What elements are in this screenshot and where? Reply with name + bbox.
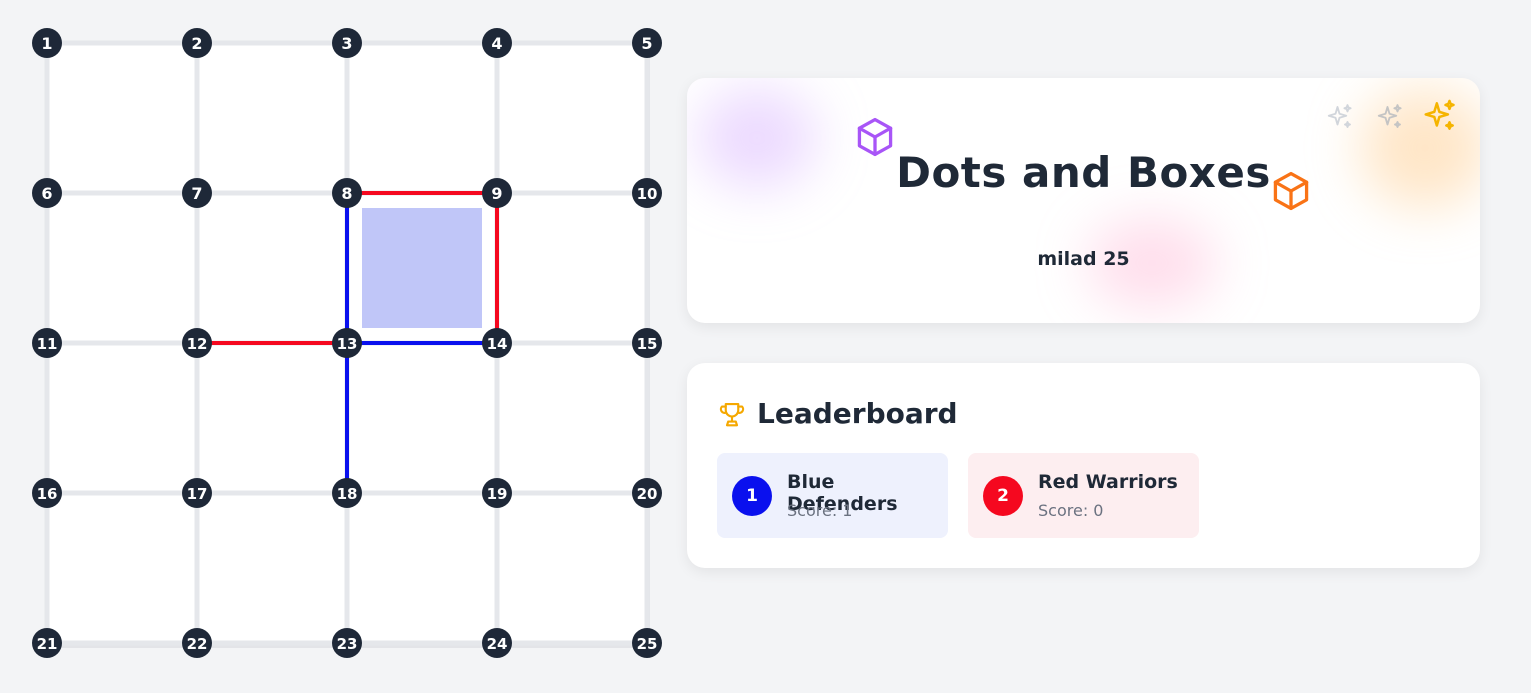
sparkle-icon xyxy=(1377,104,1402,128)
sparkle-icon xyxy=(1424,99,1455,130)
dot-label: 15 xyxy=(637,335,658,353)
dot-label: 16 xyxy=(37,485,58,503)
dot-label: 11 xyxy=(37,335,58,353)
team-score: Score: 1 xyxy=(787,501,853,520)
dot-label: 4 xyxy=(491,34,502,53)
dot-label: 9 xyxy=(491,184,502,203)
team-card-blue: 1 Blue Defenders Score: 1 xyxy=(717,453,948,538)
dot-label: 23 xyxy=(337,635,358,653)
dot-label: 20 xyxy=(637,485,658,503)
dot-label: 5 xyxy=(641,34,652,53)
dot-label: 19 xyxy=(487,485,508,503)
dot-label: 1 xyxy=(41,34,52,53)
leaderboard-card: Leaderboard 1 Blue Defenders Score: 1 2 … xyxy=(687,363,1480,568)
team-score: Score: 0 xyxy=(1038,501,1104,520)
dot-label: 17 xyxy=(187,485,208,503)
sparkle-icon xyxy=(1327,104,1352,128)
dot-label: 12 xyxy=(187,335,208,353)
dot-label: 24 xyxy=(487,635,508,653)
dot-label: 22 xyxy=(187,635,208,653)
dot-label: 10 xyxy=(637,185,658,203)
dot-label: 13 xyxy=(337,335,358,353)
title-card: Dots and Boxes milad 25 xyxy=(687,78,1480,323)
dot-label: 7 xyxy=(191,184,202,203)
page-title: Dots and Boxes xyxy=(896,148,1271,197)
trophy-icon xyxy=(719,402,745,426)
leaderboard-header: Leaderboard xyxy=(717,397,958,430)
game-board: 1 2 3 4 56 7 8 9 1011 12 13 14 1516 17 18 19 2021 22 23 24 2… xyxy=(32,28,662,658)
dot-label: 6 xyxy=(41,184,52,203)
rank-badge: 2 xyxy=(983,476,1023,516)
dot-label: 21 xyxy=(37,635,58,653)
leaderboard-title: Leaderboard xyxy=(757,397,958,430)
dot-label: 3 xyxy=(341,34,352,53)
dot-label: 8 xyxy=(341,184,352,203)
team-card-red: 2 Red Warriors Score: 0 xyxy=(968,453,1199,538)
player-subtitle: milad 25 xyxy=(1037,248,1130,270)
dot-label: 18 xyxy=(337,485,358,503)
dot-label: 14 xyxy=(487,335,508,353)
dot-label: 25 xyxy=(637,635,658,653)
team-name: Red Warriors xyxy=(1038,471,1178,493)
rank-badge: 1 xyxy=(732,476,772,516)
dot-label: 2 xyxy=(191,34,202,53)
claimed-box xyxy=(362,208,482,328)
